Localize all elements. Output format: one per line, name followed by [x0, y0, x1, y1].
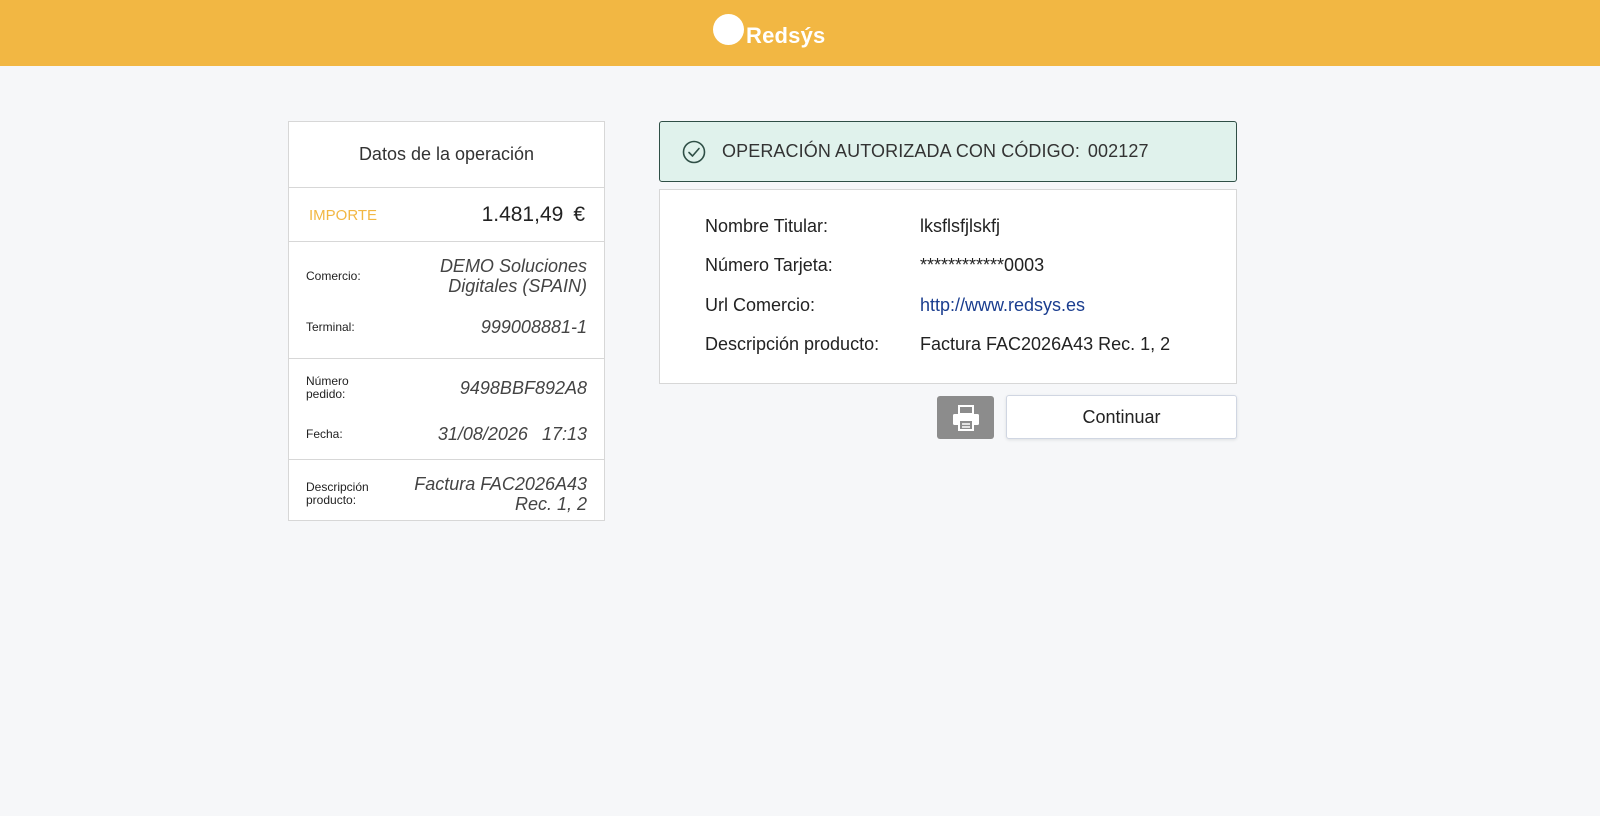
terminal-label: Terminal: [306, 319, 355, 334]
card-row: Número Tarjeta: ************0003 [705, 255, 1044, 276]
terminal-value: 999008881-1 [480, 317, 587, 337]
description-row: Descripción producto: Factura FAC2026A43… [705, 334, 1170, 355]
holder-row: Nombre Titular: lksflsfjlskfj [705, 216, 1000, 237]
logo-circle-icon [713, 13, 744, 45]
date-label: Fecha: [306, 426, 343, 441]
url-row: Url Comercio: http://www.redsys.es [705, 295, 1085, 316]
order-label: Número pedido: [306, 374, 349, 401]
amount-label: IMPORTE [309, 207, 378, 224]
authorization-code: 002127 [1087, 141, 1149, 161]
print-button[interactable] [937, 396, 994, 439]
date-time-value: 31/08/2026 17:13 [438, 424, 587, 444]
card-value: ************0003 [920, 255, 1045, 275]
authorization-text: OPERACIÓN AUTORIZADA CON CÓDIGO: [722, 141, 1080, 161]
operation-card-title: Datos de la operación [289, 122, 604, 188]
date-value: 31/08/2026 [437, 424, 528, 444]
amount-row: IMPORTE 1.481,49 € [289, 188, 604, 242]
merchant-value: DEMO Soluciones Digitales (SPAIN) [439, 256, 587, 296]
product-value: Factura FAC2026A43 Rec. 1, 2 [414, 474, 587, 514]
description-label: Descripción producto: [705, 334, 880, 354]
brand-name: Redsýs [746, 23, 826, 48]
product-section: Descripción producto: Factura FAC2026A43… [289, 460, 604, 516]
merchant-row: Comercio: DEMO Soluciones Digitales (SPA… [306, 254, 587, 298]
holder-value: lksflsfjlskfj [920, 216, 1000, 236]
description-value: Factura FAC2026A43 Rec. 1, 2 [920, 334, 1171, 354]
merchant-section: Comercio: DEMO Soluciones Digitales (SPA… [289, 242, 604, 359]
order-section: Número pedido: 9498BBF892A8 Fecha: 31/08… [289, 359, 604, 460]
authorization-message: OPERACIÓN AUTORIZADA CON CÓDIGO: 002127 [722, 141, 1149, 162]
card-label: Número Tarjeta: [705, 255, 833, 275]
date-row: Fecha: 31/08/2026 17:13 [306, 417, 587, 451]
continue-button[interactable]: Continuar [1006, 395, 1237, 439]
top-bar: Redsýs [0, 0, 1600, 66]
merchant-url-link[interactable]: http://www.redsys.es [920, 295, 1085, 316]
operation-data-card: Datos de la operación IMPORTE 1.481,49 € … [288, 121, 605, 521]
redsys-logo: Redsýs [713, 13, 826, 50]
success-banner: OPERACIÓN AUTORIZADA CON CÓDIGO: 002127 [659, 121, 1237, 182]
check-circle-icon [682, 140, 706, 163]
product-label: Descripción producto: [306, 480, 369, 507]
currency-symbol: € [573, 202, 585, 226]
time-value: 17:13 [541, 424, 587, 444]
terminal-row: Terminal: 999008881-1 [306, 310, 587, 344]
url-label: Url Comercio: [705, 295, 816, 315]
merchant-label: Comercio: [306, 268, 361, 283]
holder-label: Nombre Titular: [705, 216, 829, 236]
amount-number: 1.481,49 [481, 202, 564, 226]
printer-icon [952, 404, 979, 431]
order-value: 9498BBF892A8 [459, 378, 587, 398]
transaction-details-card: Nombre Titular: lksflsfjlskfj Número Tar… [659, 189, 1237, 384]
order-row: Número pedido: 9498BBF892A8 [306, 371, 587, 405]
product-row: Descripción producto: Factura FAC2026A43… [306, 472, 587, 516]
amount-value: 1.481,49 € [482, 203, 585, 227]
